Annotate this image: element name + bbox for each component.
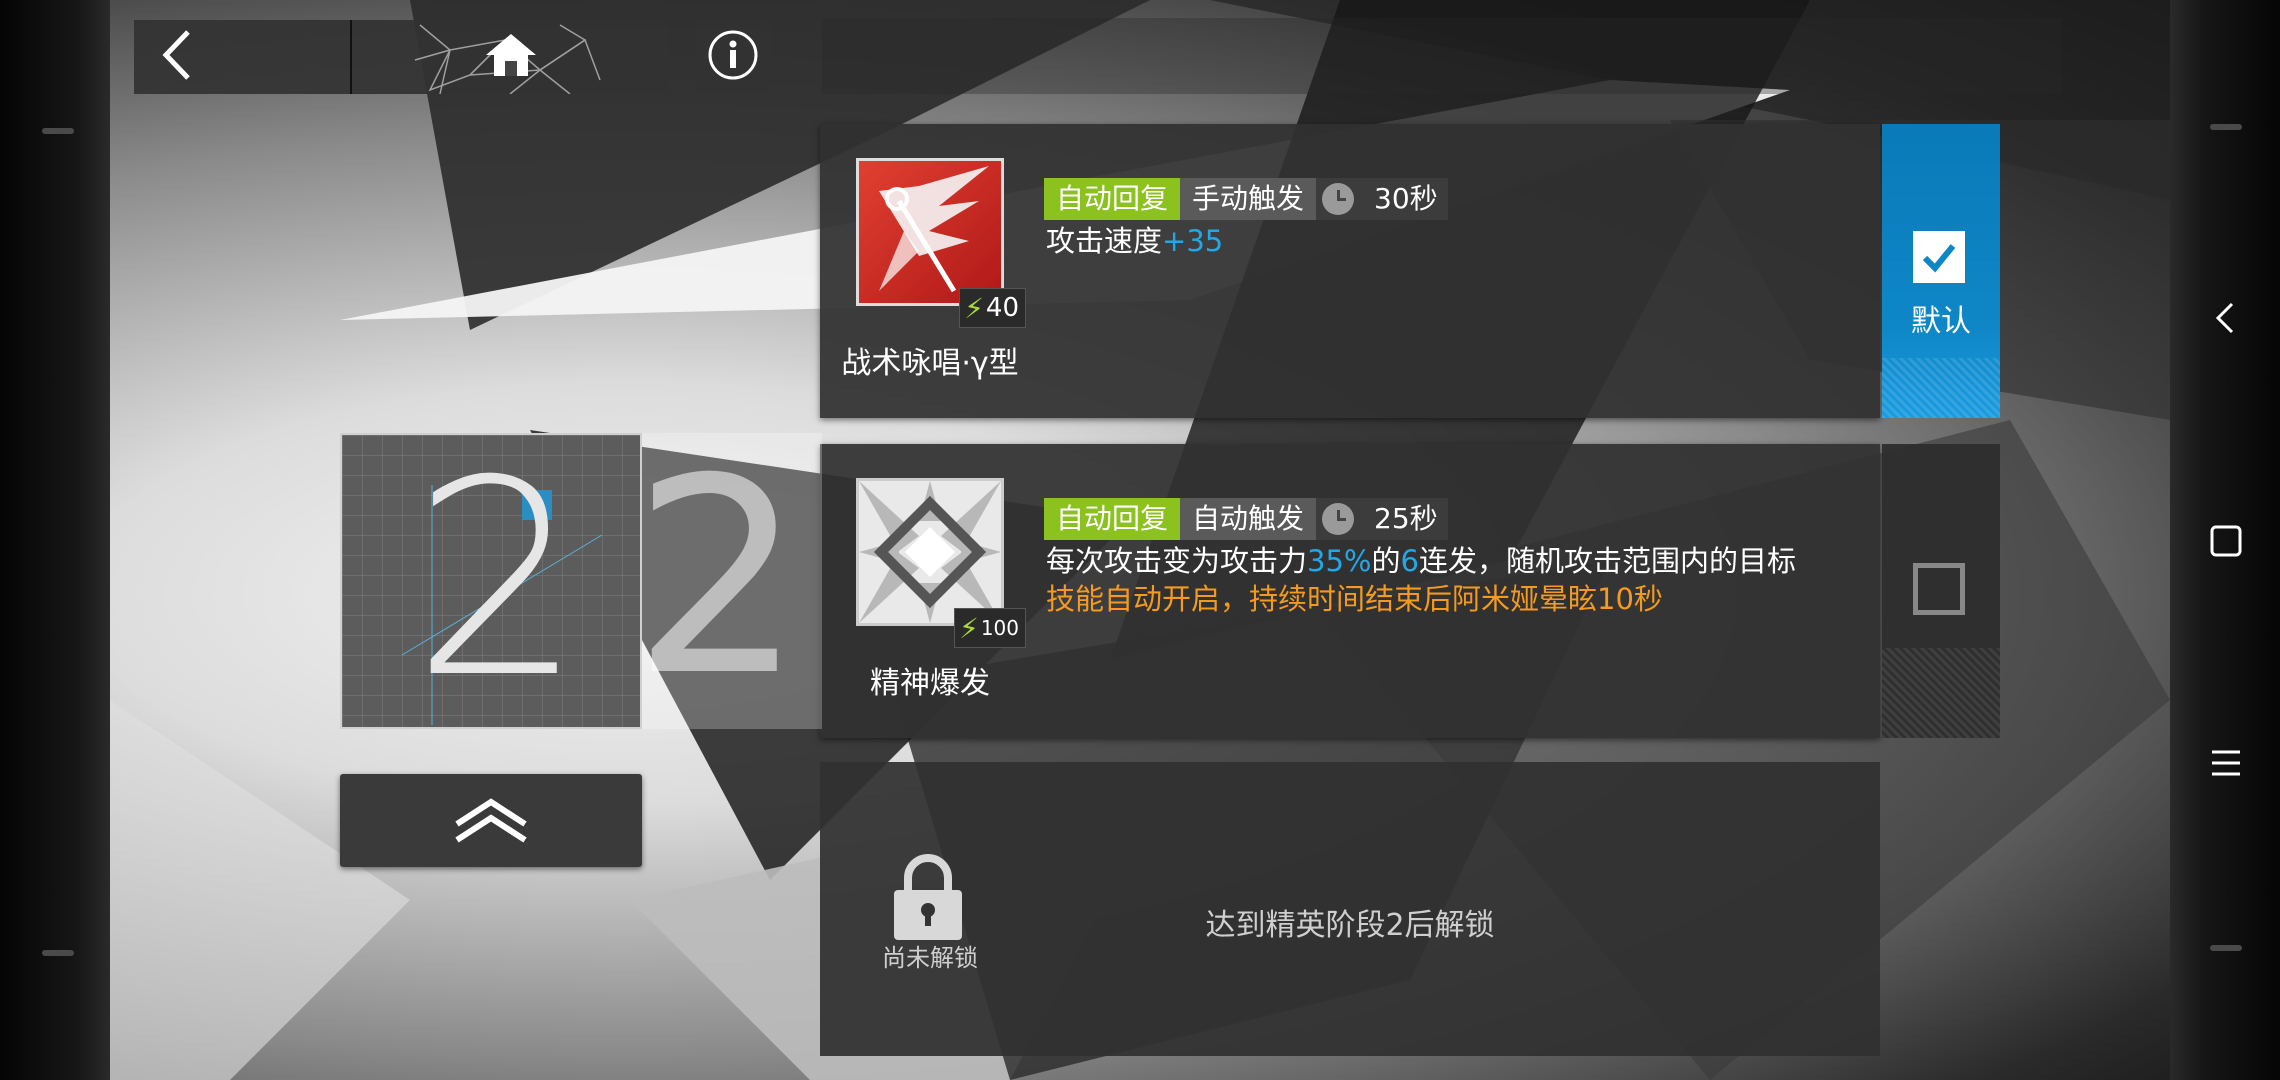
info-icon [707,29,759,85]
clock-icon [1322,503,1355,535]
recovery-tag: 自动回复 [1044,178,1181,220]
default-toggle-2[interactable] [1882,444,2000,738]
default-label: 默认 [1911,304,1971,339]
skill-card-1[interactable]: ⚡ 40 战术咏唱·γ型 自动回复 手动触发 30秒 攻击速度+35 [820,124,1880,418]
duration-tag: 25秒 [1316,498,1448,540]
sp-bolt-icon: ⚡ [959,611,979,645]
desc-atk-value: 35% [1307,544,1372,578]
desc-text: 攻击速度 [1046,224,1163,258]
desc-text: 连发，随机攻击范围内的目标 [1418,544,1796,578]
bezel-mark [2210,945,2242,951]
top-ghost-bar [822,18,2062,94]
sp-cost-badge: ⚡ 40 [959,288,1026,328]
default-toggle-1[interactable]: 默认 [1882,124,2000,418]
skill-icon-mental-burst [856,478,1004,626]
sp-cost: 100 [980,616,1019,640]
checkbox-checked-icon [1913,231,1965,283]
nav-back-icon[interactable] [2210,300,2240,340]
sp-cost-badge: ⚡ 100 [954,608,1026,648]
home-button[interactable] [352,20,669,94]
skill-card-2[interactable]: ⚡ 100 精神爆发 自动回复 自动触发 25秒 每次攻击变为攻击力35%的6连发… [820,444,1880,738]
skill-card-3-locked: 尚未解锁 达到精英阶段2后解锁 [820,762,1880,1056]
skill-tags: 自动回复 自动触发 25秒 [1044,498,1448,540]
right-bezel [2170,0,2280,1080]
elite-ghost: 2 [632,433,822,729]
duration-text: 25秒 [1374,502,1438,535]
unlock-condition: 达到精英阶段2后解锁 [1205,908,1495,943]
sp-cost: 40 [985,293,1019,323]
chevron-left-icon [160,28,194,86]
burst-icon [859,481,1001,623]
elite-ghost-number: 2 [632,420,804,735]
pattern-decoration [1882,358,2000,418]
trigger-tag: 手动触发 [1180,178,1317,220]
elite-level-number: 2 [412,433,584,729]
checkbox-unchecked-icon [1913,563,1965,615]
skill-description: 攻击速度+35 [1046,222,1223,260]
bezel-mark [42,128,74,134]
home-icon [483,31,539,83]
desc-text: 每次攻击变为攻击力 [1046,544,1308,578]
bezel-mark [2210,124,2242,130]
double-chevron-up-icon [451,794,531,848]
info-button[interactable] [696,20,770,94]
skill-name: 精神爆发 [870,666,990,701]
clock-icon [1322,183,1355,215]
pattern-decoration [1882,648,2000,738]
skill-icon-tactical-chant [856,158,1004,306]
desc-hits-value: 6 [1400,544,1419,578]
duration-text: 30秒 [1374,182,1438,215]
desc-text: 的 [1371,544,1401,578]
sp-bolt-icon: ⚡ [964,291,984,325]
staff-icon [879,166,989,293]
duration-tag: 30秒 [1316,178,1448,220]
elite-level-panel[interactable]: 2 [340,433,642,729]
back-button[interactable] [134,20,352,94]
left-bezel [0,0,110,1080]
skill-icon-wrap: ⚡ 100 [856,478,1026,648]
nav-home-icon[interactable] [2210,525,2242,561]
bezel-mark [42,950,74,956]
skill-warning: 技能自动开启，持续时间结束后阿米娅晕眩10秒 [1046,582,1663,616]
skill-description: 每次攻击变为攻击力35%的6连发，随机攻击范围内的目标 [1046,542,1796,580]
promote-button[interactable] [340,774,642,867]
desc-bonus: +35 [1162,224,1224,258]
skill-tags: 自动回复 手动触发 30秒 [1044,178,1448,220]
top-bar [134,20,669,94]
trigger-tag: 自动触发 [1180,498,1317,540]
nav-recents-icon[interactable] [2210,748,2242,782]
skill-icon-wrap: ⚡ 40 [856,158,1026,328]
recovery-tag: 自动回复 [1044,498,1181,540]
skill-name: 战术咏唱·γ型 [841,346,1019,381]
